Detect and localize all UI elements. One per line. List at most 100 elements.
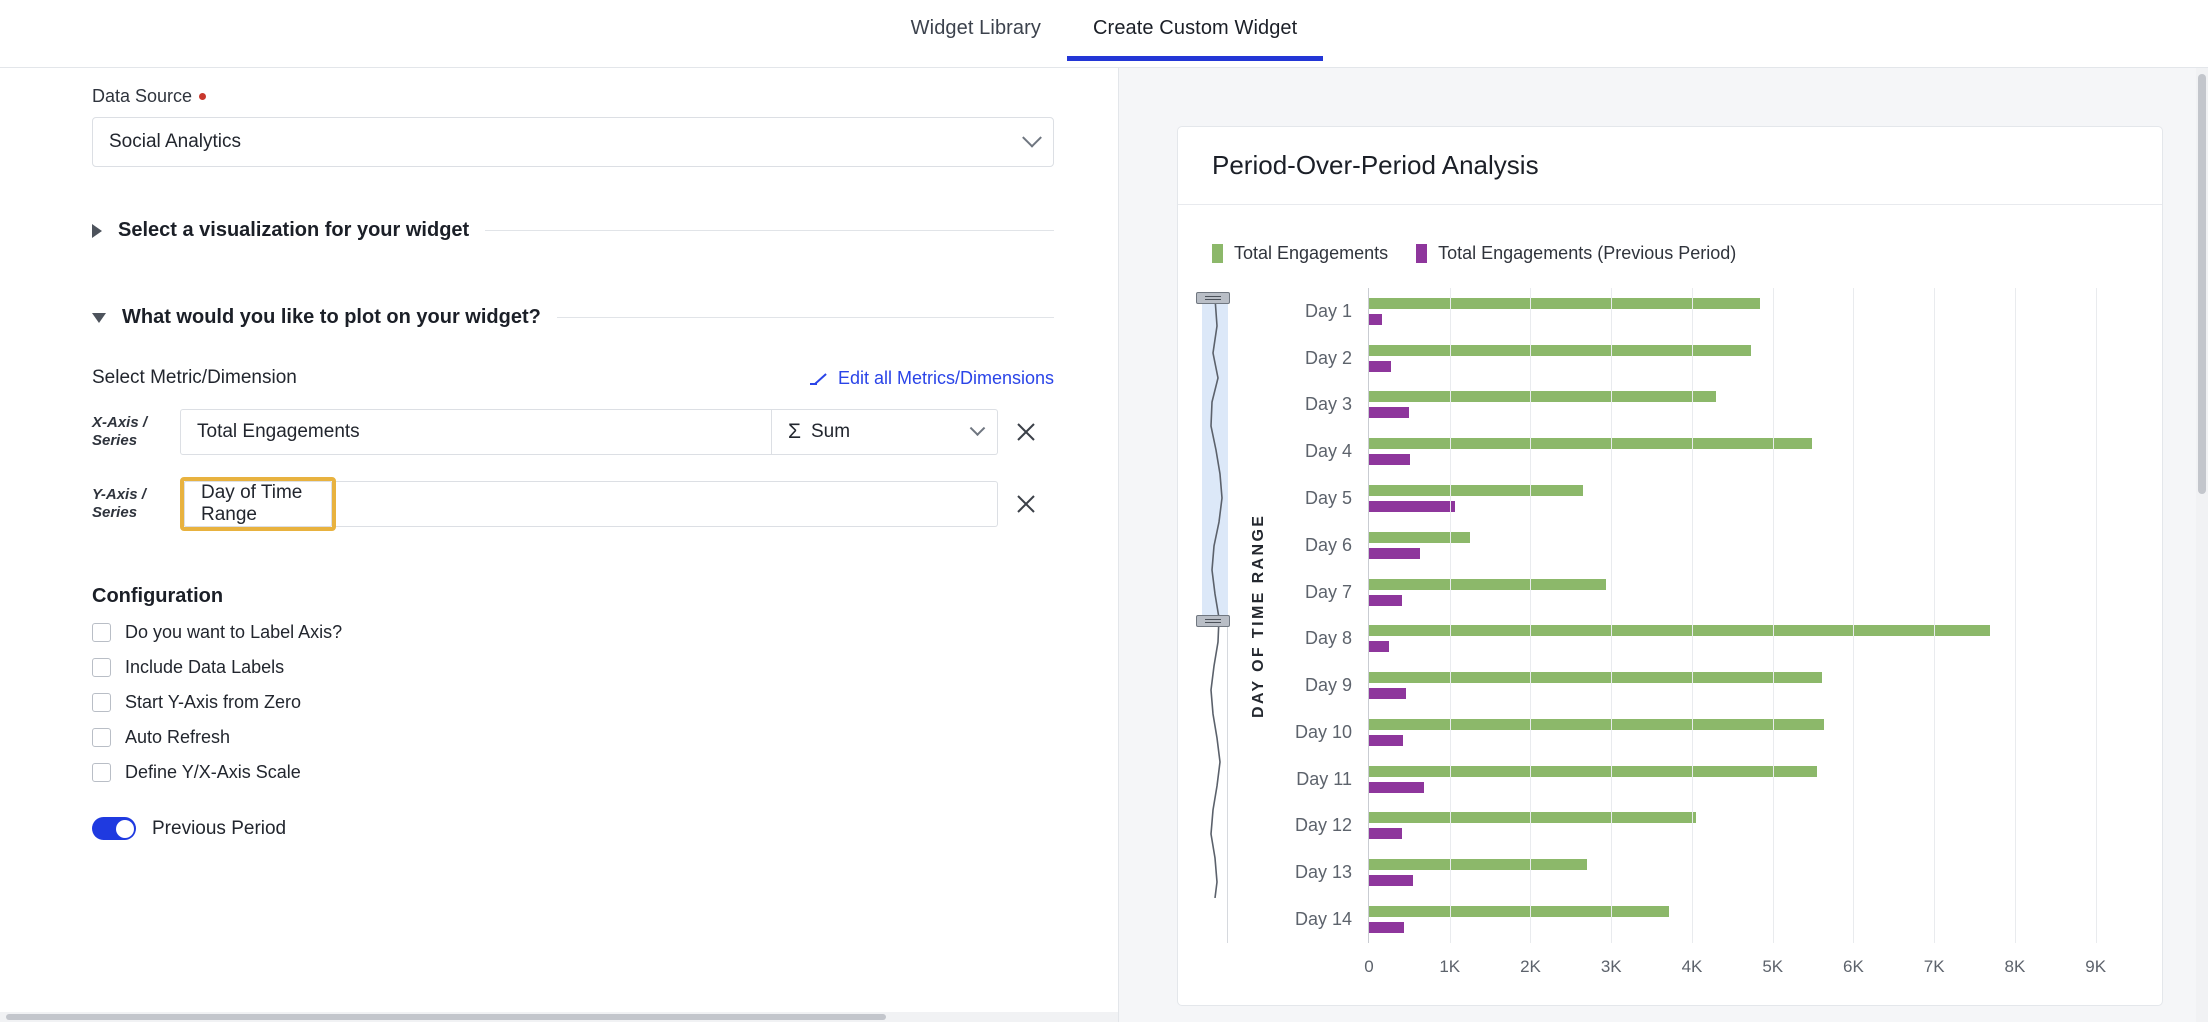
chart-bar[interactable] <box>1369 672 1822 684</box>
chart-bar[interactable] <box>1369 922 1404 934</box>
chart-bar[interactable] <box>1369 594 1403 606</box>
chart-bar[interactable] <box>1369 438 1813 450</box>
checkbox-input[interactable] <box>92 623 111 642</box>
checkbox-label-axis[interactable]: Do you want to Label Axis? <box>92 622 1062 643</box>
y-axis-tick-label: Day 6 <box>1304 534 1352 555</box>
brush-handle-bottom[interactable] <box>1196 614 1230 627</box>
chart-bar[interactable] <box>1369 344 1751 356</box>
edit-all-metrics-link[interactable]: Edit all Metrics/Dimensions <box>809 368 1054 389</box>
chart-bar[interactable] <box>1369 765 1818 777</box>
y-axis-tag-line1: Y-Axis / <box>92 486 146 503</box>
x-axis-row: X-Axis / Series Total Engagements Σ Sum <box>92 409 1054 455</box>
vertical-scrollbar-thumb[interactable] <box>2198 74 2206 494</box>
chart-title: Period-Over-Period Analysis <box>1212 150 1539 180</box>
checkbox-input[interactable] <box>92 728 111 747</box>
chart-bar[interactable] <box>1369 391 1717 403</box>
chevron-down-icon <box>1022 127 1042 148</box>
vertical-scrollbar[interactable] <box>2196 68 2208 1022</box>
chart-bar[interactable] <box>1369 454 1411 466</box>
brush-handle-top[interactable] <box>1196 292 1230 304</box>
chart-bar[interactable] <box>1369 501 1456 513</box>
chart-bar[interactable] <box>1369 297 1760 309</box>
chart-bar[interactable] <box>1369 875 1413 887</box>
chart-bar[interactable] <box>1369 906 1669 918</box>
x-axis-tick-label: 6K <box>1843 957 1864 976</box>
chart-bar[interactable] <box>1369 781 1424 793</box>
data-source-label-text: Data Source <box>92 86 193 106</box>
y-axis-tick-label: Day 5 <box>1304 488 1352 509</box>
section-select-visualization[interactable]: Select a visualization for your widget <box>92 219 1054 242</box>
data-source-label: Data Source <box>92 86 1062 107</box>
chart-bar[interactable] <box>1369 718 1824 730</box>
chart-bar[interactable] <box>1369 313 1382 325</box>
y-axis-highlight-ring: Day of Time Range <box>180 477 336 531</box>
chevron-down-icon <box>969 419 986 436</box>
close-icon <box>1017 423 1035 441</box>
widget-preview-pane: Period-Over-Period Analysis Total Engage… <box>1118 68 2208 1022</box>
vertical-range-brush[interactable] <box>1196 292 1230 943</box>
x-axis-aggregation-select[interactable]: Σ Sum <box>772 409 998 455</box>
chart-legend: Total Engagements Total Engagements (Pre… <box>1178 205 2162 264</box>
horizontal-scrollbar-thumb[interactable] <box>6 1014 886 1020</box>
chart-bar[interactable] <box>1369 625 1990 637</box>
section-plot-on-widget[interactable]: What would you like to plot on your widg… <box>92 306 1054 329</box>
checkbox-define-scale[interactable]: Define Y/X-Axis Scale <box>92 762 1062 783</box>
y-axis-input-remainder[interactable] <box>336 481 998 527</box>
chart-plot-area: DAY OF TIME RANGE Day 1 Day 2 Day 3 Day 4 Da… <box>1178 264 2162 1005</box>
data-source-select[interactable]: Social Analytics <box>92 117 1054 167</box>
data-source-value: Social Analytics <box>109 131 242 152</box>
checkbox-input[interactable] <box>92 763 111 782</box>
checkbox-start-y-axis-from-zero[interactable]: Start Y-Axis from Zero <box>92 692 1062 713</box>
checkbox-input[interactable] <box>92 658 111 677</box>
y-axis-tick-label: Day 13 <box>1294 862 1352 883</box>
y-axis-tick-label: Day 11 <box>1296 768 1352 789</box>
chart-bars-area: 0 1K 2K 3K 4K 5K 6K 7K 8K 9K <box>1364 288 2128 976</box>
chart-bar[interactable] <box>1369 734 1403 746</box>
chart-bar[interactable] <box>1369 360 1391 372</box>
x-axis-tag-line2: Series <box>92 432 138 449</box>
horizontal-scrollbar[interactable] <box>0 1012 1118 1022</box>
checkbox-auto-refresh[interactable]: Auto Refresh <box>92 727 1062 748</box>
chart-bar[interactable] <box>1369 641 1390 653</box>
y-axis-tag: Y-Axis / Series <box>92 486 180 522</box>
chart-gridline <box>1449 288 1451 943</box>
x-axis-tick-label: 2K <box>1520 957 1541 976</box>
close-icon <box>1017 495 1035 513</box>
y-axis-tick-label: Day 9 <box>1304 675 1352 696</box>
legend-label-previous: Total Engagements (Previous Period) <box>1438 243 1737 263</box>
chart-bar[interactable] <box>1369 407 1410 419</box>
checkbox-label: Define Y/X-Axis Scale <box>125 762 301 782</box>
y-axis-dimension-input[interactable]: Day of Time Range <box>184 481 332 527</box>
legend-item-current[interactable]: Total Engagements <box>1212 243 1388 264</box>
chart-bar[interactable] <box>1369 531 1470 543</box>
chart-bar[interactable] <box>1369 688 1407 700</box>
checkbox-label: Auto Refresh <box>125 727 231 747</box>
legend-item-previous[interactable]: Total Engagements (Previous Period) <box>1416 243 1736 264</box>
y-axis-tag-line2: Series <box>92 504 138 521</box>
x-axis-tick-label: 4K <box>1681 957 1703 976</box>
tab-widget-library[interactable]: Widget Library <box>885 0 1067 60</box>
chart-bar[interactable] <box>1369 578 1607 590</box>
x-axis-metric-input[interactable]: Total Engagements <box>180 409 772 455</box>
checkbox-include-data-labels[interactable]: Include Data Labels <box>92 657 1062 678</box>
chart-bar[interactable] <box>1369 828 1403 840</box>
chart-gridline <box>2095 288 2097 943</box>
chart-bar[interactable] <box>1369 859 1587 871</box>
chart-bar[interactable] <box>1369 547 1420 559</box>
toggle-knob <box>115 819 134 838</box>
chart-bar[interactable] <box>1369 485 1583 497</box>
remove-x-axis-button[interactable] <box>998 419 1054 445</box>
tab-create-custom-widget[interactable]: Create Custom Widget <box>1067 0 1324 61</box>
previous-period-toggle-row[interactable]: Previous Period <box>92 817 1062 840</box>
chart-bar[interactable] <box>1369 812 1697 824</box>
chart-gridline <box>1934 288 1936 943</box>
remove-y-axis-button[interactable] <box>998 491 1054 517</box>
preview-card: Period-Over-Period Analysis Total Engage… <box>1177 126 2163 1006</box>
checkbox-input[interactable] <box>92 693 111 712</box>
previous-period-toggle[interactable] <box>92 817 136 840</box>
main-split: Data Source Social Analytics Select a vi… <box>0 68 2208 1022</box>
legend-swatch-previous <box>1416 244 1428 263</box>
y-axis-tick-label: Day 4 <box>1304 441 1352 462</box>
brush-sparkline-icon <box>1210 298 1223 898</box>
x-axis-tick-label: 5K <box>1762 957 1784 976</box>
